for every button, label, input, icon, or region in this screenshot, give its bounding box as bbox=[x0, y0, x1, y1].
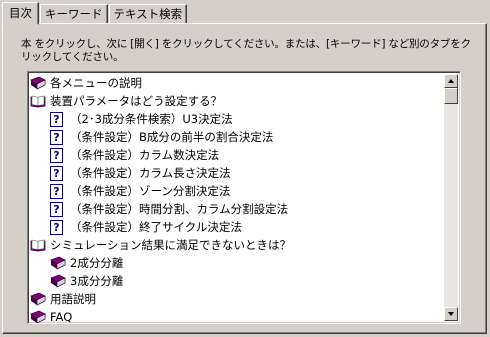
tree-item[interactable]: 3成分分離 bbox=[30, 272, 444, 290]
tree-item-label: （条件設定）B成分の前半の割合決定法 bbox=[70, 130, 274, 144]
instructions-text: 本 をクリックし、次に [開く] をクリックしてください。または、[キーワード]… bbox=[21, 38, 471, 63]
tab-1[interactable]: キーワード bbox=[40, 4, 108, 24]
tab-strip: 目次 キーワード テキスト検索 bbox=[2, 2, 188, 25]
question-mark-glyph: ? bbox=[50, 129, 63, 145]
tree-item[interactable]: ? （2･3成分条件検索）U3決定法 bbox=[30, 110, 444, 128]
tree-items: 各メニューの説明 装置パラメータはどう設定する？? （2･3成分条件検索）U3決定法… bbox=[30, 74, 444, 324]
tree-item[interactable]: 装置パラメータはどう設定する？ bbox=[30, 92, 444, 110]
tree-item[interactable]: ? （条件設定）終了サイクル決定法 bbox=[30, 218, 444, 236]
contents-tree[interactable]: 各メニューの説明 装置パラメータはどう設定する？? （2･3成分条件検索）U3決定法… bbox=[27, 71, 461, 324]
question-mark-glyph: ? bbox=[50, 165, 63, 181]
closed-book-icon bbox=[30, 309, 48, 323]
tree-item[interactable]: ? （条件設定）ゾーン分割決定法 bbox=[30, 182, 444, 200]
tree-item[interactable]: 各メニューの説明 bbox=[30, 74, 444, 92]
tree-item[interactable]: ? （条件設定）B成分の前半の割合決定法 bbox=[30, 128, 444, 146]
question-mark-glyph: ? bbox=[50, 201, 63, 217]
tab-2[interactable]: テキスト検索 bbox=[108, 4, 188, 24]
tree-item[interactable]: FAQ bbox=[30, 308, 444, 324]
tree-item[interactable]: 2成分分離 bbox=[30, 254, 444, 272]
arrow-down-icon bbox=[448, 312, 454, 316]
tree-item-label: 2成分分離 bbox=[70, 256, 124, 270]
help-topic-icon: ? bbox=[50, 183, 68, 199]
tree-item-label: シミュレーション結果に満足できないときは？ bbox=[50, 238, 292, 252]
arrow-up-icon bbox=[448, 79, 454, 83]
help-topic-icon: ? bbox=[50, 147, 68, 163]
help-topic-icon: ? bbox=[50, 129, 68, 145]
open-book-icon bbox=[30, 93, 48, 109]
tree-item[interactable]: シミュレーション結果に満足できないときは？ bbox=[30, 236, 444, 254]
tree-item-label: （条件設定）カラム数決定法 bbox=[70, 148, 220, 162]
tree-item-label: 各メニューの説明 bbox=[50, 76, 142, 90]
closed-book-icon bbox=[50, 255, 68, 271]
open-book-icon bbox=[30, 237, 48, 253]
tree-item-label: （条件設定）カラム長さ決定法 bbox=[70, 166, 231, 180]
closed-book-icon bbox=[30, 75, 48, 91]
help-topic-icon: ? bbox=[50, 165, 68, 181]
question-mark-glyph: ? bbox=[50, 111, 63, 127]
closed-book-icon bbox=[30, 291, 48, 307]
question-mark-glyph: ? bbox=[50, 147, 63, 163]
question-mark-glyph: ? bbox=[50, 183, 63, 199]
help-topic-icon: ? bbox=[50, 201, 68, 217]
scroll-down-button[interactable] bbox=[444, 307, 458, 321]
tree-item-label: （2･3成分条件検索）U3決定法 bbox=[70, 112, 233, 126]
tab-0[interactable]: 目次 bbox=[2, 2, 39, 25]
tree-item-label: （条件設定）ゾーン分割決定法 bbox=[70, 184, 231, 198]
tree-item[interactable]: ? （条件設定）カラム長さ決定法 bbox=[30, 164, 444, 182]
scroll-thumb[interactable] bbox=[444, 88, 458, 104]
closed-book-icon bbox=[50, 273, 68, 289]
tree-item-label: 3成分分離 bbox=[70, 274, 124, 288]
help-topic-icon: ? bbox=[50, 219, 68, 235]
tree-item[interactable]: 用語説明 bbox=[30, 290, 444, 308]
tree-item[interactable]: ? （条件設定）時間分割、カラム分割設定法 bbox=[30, 200, 444, 218]
help-topic-icon: ? bbox=[50, 111, 68, 127]
vertical-scrollbar[interactable] bbox=[444, 74, 458, 321]
tree-item-label: （条件設定）終了サイクル決定法 bbox=[70, 220, 242, 234]
question-mark-glyph: ? bbox=[50, 219, 63, 235]
tree-item-label: FAQ bbox=[50, 310, 73, 324]
scroll-up-button[interactable] bbox=[444, 74, 458, 88]
tree-item-label: （条件設定）時間分割、カラム分割設定法 bbox=[70, 202, 289, 216]
tree-item-label: 用語説明 bbox=[50, 292, 96, 306]
tree-item[interactable]: ? （条件設定）カラム数決定法 bbox=[30, 146, 444, 164]
tree-item-label: 装置パラメータはどう設定する？ bbox=[50, 94, 223, 108]
